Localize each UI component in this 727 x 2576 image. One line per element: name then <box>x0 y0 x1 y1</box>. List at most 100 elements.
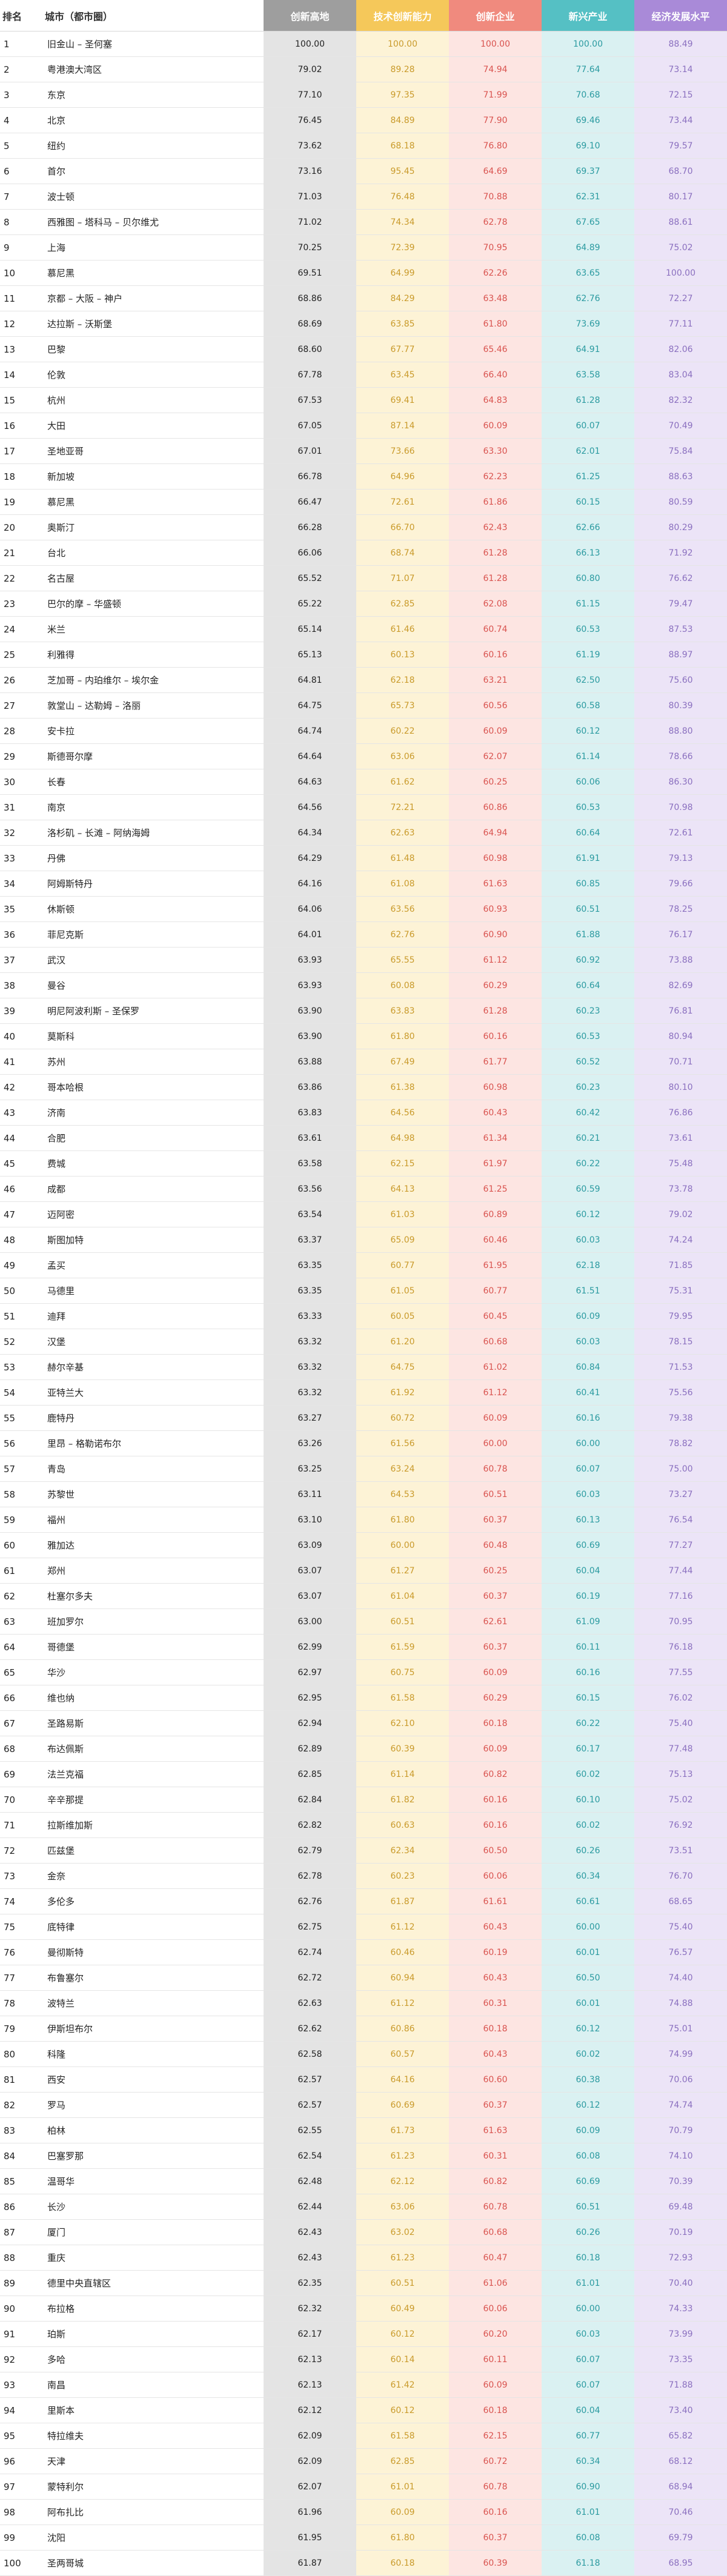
table-row[interactable]: 45 费城 63.58 62.15 61.97 60.22 75.48 <box>0 1150 727 1177</box>
table-row[interactable]: 40 莫斯科 63.90 61.80 60.16 60.53 80.94 <box>0 1023 727 1049</box>
table-row[interactable]: 54 亚特兰大 63.32 61.92 61.12 60.41 75.56 <box>0 1379 727 1406</box>
table-row[interactable]: 10 慕尼黑 69.51 64.99 62.26 63.65 100.00 <box>0 260 727 286</box>
table-row[interactable]: 15 杭州 67.53 69.41 64.83 61.28 82.32 <box>0 387 727 413</box>
table-row[interactable]: 46 成都 63.56 64.13 61.25 60.59 73.78 <box>0 1176 727 1202</box>
economic-development-column-header[interactable]: 经济发展水平 <box>634 0 727 32</box>
table-row[interactable]: 24 米兰 65.14 61.46 60.74 60.53 87.53 <box>0 616 727 642</box>
table-row[interactable]: 99 沈阳 61.95 61.80 60.37 60.08 69.79 <box>0 2525 727 2551</box>
table-row[interactable]: 37 武汉 63.93 65.55 61.12 60.92 73.88 <box>0 947 727 973</box>
table-row[interactable]: 18 新加坡 66.78 64.96 62.23 61.25 88.63 <box>0 463 727 490</box>
table-row[interactable]: 6 首尔 73.16 95.45 64.69 69.37 68.70 <box>0 158 727 184</box>
table-row[interactable]: 87 厦门 62.43 63.02 60.68 60.26 70.19 <box>0 2219 727 2245</box>
table-row[interactable]: 2 粤港澳大湾区 79.02 89.28 74.94 77.64 73.14 <box>0 56 727 82</box>
table-row[interactable]: 75 底特律 62.75 61.12 60.43 60.00 75.40 <box>0 1914 727 1940</box>
table-row[interactable]: 3 东京 77.10 97.35 71.99 70.68 72.15 <box>0 82 727 108</box>
table-row[interactable]: 5 纽约 73.62 68.18 76.80 69.10 79.57 <box>0 133 727 159</box>
city-column-header[interactable]: 城市（都市圈） <box>42 0 264 32</box>
table-row[interactable]: 59 福州 63.10 61.80 60.37 60.13 76.54 <box>0 1507 727 1533</box>
table-row[interactable]: 77 布鲁塞尔 62.72 60.94 60.43 60.50 74.40 <box>0 1965 727 1991</box>
table-row[interactable]: 21 台北 66.06 68.74 61.28 66.13 71.92 <box>0 540 727 566</box>
table-row[interactable]: 68 布达佩斯 62.89 60.39 60.09 60.17 77.48 <box>0 1736 727 1762</box>
table-row[interactable]: 66 维也纳 62.95 61.58 60.29 60.15 76.02 <box>0 1685 727 1711</box>
table-row[interactable]: 91 珀斯 62.17 60.12 60.20 60.03 73.99 <box>0 2321 727 2347</box>
table-row[interactable]: 13 巴黎 68.60 67.77 65.46 64.91 82.06 <box>0 336 727 362</box>
table-row[interactable]: 70 辛辛那提 62.84 61.82 60.16 60.10 75.02 <box>0 1787 727 1813</box>
table-row[interactable]: 83 柏林 62.55 61.73 61.63 60.09 70.79 <box>0 2117 727 2143</box>
table-row[interactable]: 33 丹佛 64.29 61.48 60.98 61.91 79.13 <box>0 845 727 871</box>
table-row[interactable]: 1 旧金山 – 圣何塞 100.00 100.00 100.00 100.00 88.49 <box>0 31 727 57</box>
table-row[interactable]: 92 多哈 62.13 60.14 60.11 60.07 73.35 <box>0 2346 727 2372</box>
table-row[interactable]: 26 芝加哥 – 内珀维尔 – 埃尔金 64.81 62.18 63.21 62.50 75… <box>0 667 727 693</box>
table-row[interactable]: 67 圣路易斯 62.94 62.10 60.18 60.22 75.40 <box>0 1710 727 1736</box>
table-row[interactable]: 36 菲尼克斯 64.01 62.76 60.90 61.88 76.17 <box>0 921 727 948</box>
table-row[interactable]: 90 布拉格 62.32 60.49 60.06 60.00 74.33 <box>0 2295 727 2322</box>
table-row[interactable]: 82 罗马 62.57 60.69 60.37 60.12 74.74 <box>0 2092 727 2118</box>
table-row[interactable]: 73 金奈 62.78 60.23 60.06 60.34 76.70 <box>0 1863 727 1889</box>
table-row[interactable]: 30 长春 64.63 61.62 60.25 60.06 86.30 <box>0 769 727 795</box>
table-row[interactable]: 19 慕尼黑 66.47 72.61 61.86 60.15 80.59 <box>0 489 727 515</box>
table-row[interactable]: 61 郑州 63.07 61.27 60.25 60.04 77.44 <box>0 1558 727 1584</box>
table-row[interactable]: 79 伊斯坦布尔 62.62 60.86 60.18 60.12 75.01 <box>0 2016 727 2042</box>
table-row[interactable]: 39 明尼阿波利斯 – 圣保罗 63.90 63.83 61.28 60.23 76.81 <box>0 998 727 1024</box>
tech-innovation-column-header[interactable]: 技术创新能力 <box>356 0 449 32</box>
table-row[interactable]: 23 巴尔的摩 – 华盛顿 65.22 62.85 62.08 61.15 79.47 <box>0 591 727 617</box>
table-row[interactable]: 62 杜塞尔多夫 63.07 61.04 60.37 60.19 77.16 <box>0 1583 727 1609</box>
table-row[interactable]: 93 南昌 62.13 61.42 60.09 60.07 71.88 <box>0 2372 727 2398</box>
table-row[interactable]: 8 西雅图 – 塔科马 – 贝尔维尤 71.02 74.34 62.78 67.65 88.… <box>0 209 727 235</box>
table-row[interactable]: 85 温哥华 62.48 62.12 60.82 60.69 70.39 <box>0 2168 727 2194</box>
table-row[interactable]: 72 匹兹堡 62.79 62.34 60.50 60.26 73.51 <box>0 1837 727 1864</box>
table-row[interactable]: 97 蒙特利尔 62.07 61.01 60.78 60.90 68.94 <box>0 2474 727 2500</box>
rank-column-header[interactable]: 排名 <box>0 0 42 32</box>
table-row[interactable]: 38 曼谷 63.93 60.08 60.29 60.64 82.69 <box>0 972 727 998</box>
table-row[interactable]: 28 安卡拉 64.74 60.22 60.09 60.12 88.80 <box>0 718 727 744</box>
table-row[interactable]: 49 孟买 63.35 60.77 61.95 62.18 71.85 <box>0 1252 727 1278</box>
table-row[interactable]: 88 重庆 62.43 61.23 60.47 60.18 72.93 <box>0 2245 727 2271</box>
table-row[interactable]: 50 马德里 63.35 61.05 60.77 61.51 75.31 <box>0 1278 727 1304</box>
table-row[interactable]: 11 京都 – 大阪 – 神户 68.86 84.29 63.48 62.76 72.27 <box>0 285 727 311</box>
table-row[interactable]: 4 北京 76.45 84.89 77.90 69.46 73.44 <box>0 107 727 133</box>
table-row[interactable]: 42 哥本哈根 63.86 61.38 60.98 60.23 80.10 <box>0 1074 727 1100</box>
table-row[interactable]: 55 鹿特丹 63.27 60.72 60.09 60.16 79.38 <box>0 1405 727 1431</box>
table-row[interactable]: 29 斯德哥尔摩 64.64 63.06 62.07 61.14 78.66 <box>0 743 727 769</box>
table-row[interactable]: 53 赫尔辛基 63.32 64.75 61.02 60.84 71.53 <box>0 1354 727 1380</box>
table-row[interactable]: 32 洛杉矶 – 长滩 – 阿纳海姆 64.34 62.63 64.94 60.64 72.… <box>0 820 727 846</box>
table-row[interactable]: 100 圣两哥城 61.87 60.18 60.39 61.18 68.95 <box>0 2550 727 2576</box>
table-row[interactable]: 58 苏黎世 63.11 64.53 60.51 60.03 73.27 <box>0 1481 727 1507</box>
table-row[interactable]: 78 波特兰 62.63 61.12 60.31 60.01 74.88 <box>0 1990 727 2016</box>
table-row[interactable]: 95 特拉维夫 62.09 61.58 62.15 60.77 65.82 <box>0 2423 727 2449</box>
table-row[interactable]: 9 上海 70.25 72.39 70.95 64.89 75.02 <box>0 234 727 261</box>
table-row[interactable]: 48 斯图加特 63.37 65.09 60.46 60.03 74.24 <box>0 1227 727 1253</box>
table-row[interactable]: 14 伦敦 67.78 63.45 66.40 63.58 83.04 <box>0 362 727 388</box>
table-row[interactable]: 7 波士顿 71.03 76.48 70.88 62.31 80.17 <box>0 184 727 210</box>
table-row[interactable]: 56 里昂 – 格勒诺布尔 63.26 61.56 60.00 60.00 78.82 <box>0 1430 727 1456</box>
table-row[interactable]: 63 班加罗尔 63.00 60.51 62.61 61.09 70.95 <box>0 1608 727 1635</box>
emerging-industries-column-header[interactable]: 新兴产业 <box>542 0 634 32</box>
table-row[interactable]: 60 雅加达 63.09 60.00 60.48 60.69 77.27 <box>0 1532 727 1558</box>
table-row[interactable]: 57 青岛 63.25 63.24 60.78 60.07 75.00 <box>0 1456 727 1482</box>
table-row[interactable]: 76 曼彻斯特 62.74 60.46 60.19 60.01 76.57 <box>0 1939 727 1965</box>
table-row[interactable]: 31 南京 64.56 72.21 60.86 60.53 70.98 <box>0 794 727 820</box>
innovative-enterprises-column-header[interactable]: 创新企业 <box>449 0 542 32</box>
table-row[interactable]: 16 大田 67.05 87.14 60.09 60.07 70.49 <box>0 413 727 439</box>
table-row[interactable]: 81 西安 62.57 64.16 60.60 60.38 70.06 <box>0 2066 727 2093</box>
table-row[interactable]: 52 汉堡 63.32 61.20 60.68 60.03 78.15 <box>0 1329 727 1355</box>
table-row[interactable]: 47 迈阿密 63.54 61.03 60.89 60.12 79.02 <box>0 1201 727 1227</box>
innovation-hub-column-header[interactable]: 创新高地 <box>264 0 356 32</box>
table-row[interactable]: 71 拉斯维加斯 62.82 60.63 60.16 60.02 76.92 <box>0 1812 727 1838</box>
table-row[interactable]: 84 巴塞罗那 62.54 61.23 60.31 60.08 74.10 <box>0 2143 727 2169</box>
table-row[interactable]: 22 名古屋 65.52 71.07 61.28 60.80 76.62 <box>0 565 727 591</box>
table-row[interactable]: 35 休斯顿 64.06 63.56 60.93 60.51 78.25 <box>0 896 727 922</box>
table-row[interactable]: 96 天津 62.09 62.85 60.72 60.34 68.12 <box>0 2448 727 2474</box>
table-row[interactable]: 69 法兰克福 62.85 61.14 60.82 60.02 75.13 <box>0 1761 727 1787</box>
table-row[interactable]: 44 合肥 63.61 64.98 61.34 60.21 73.61 <box>0 1125 727 1151</box>
table-row[interactable]: 89 德里中央直辖区 62.35 60.51 61.06 61.01 70.40 <box>0 2270 727 2296</box>
table-row[interactable]: 74 多伦多 62.76 61.87 61.61 60.61 68.65 <box>0 1888 727 1914</box>
table-row[interactable]: 94 里斯本 62.12 60.12 60.18 60.04 73.40 <box>0 2397 727 2423</box>
table-row[interactable]: 20 奥斯汀 66.28 66.70 62.43 62.66 80.29 <box>0 514 727 540</box>
table-row[interactable]: 17 圣地亚哥 67.01 73.66 63.30 62.01 75.84 <box>0 438 727 464</box>
table-row[interactable]: 98 阿布扎比 61.96 60.09 60.16 61.01 70.46 <box>0 2499 727 2525</box>
table-row[interactable]: 12 达拉斯 – 沃斯堡 68.69 63.85 61.80 73.69 77.11 <box>0 311 727 337</box>
table-row[interactable]: 25 利雅得 65.13 60.13 60.16 61.19 88.97 <box>0 642 727 668</box>
table-row[interactable]: 65 华沙 62.97 60.75 60.09 60.16 77.55 <box>0 1659 727 1685</box>
table-row[interactable]: 80 科隆 62.58 60.57 60.43 60.02 74.99 <box>0 2041 727 2067</box>
